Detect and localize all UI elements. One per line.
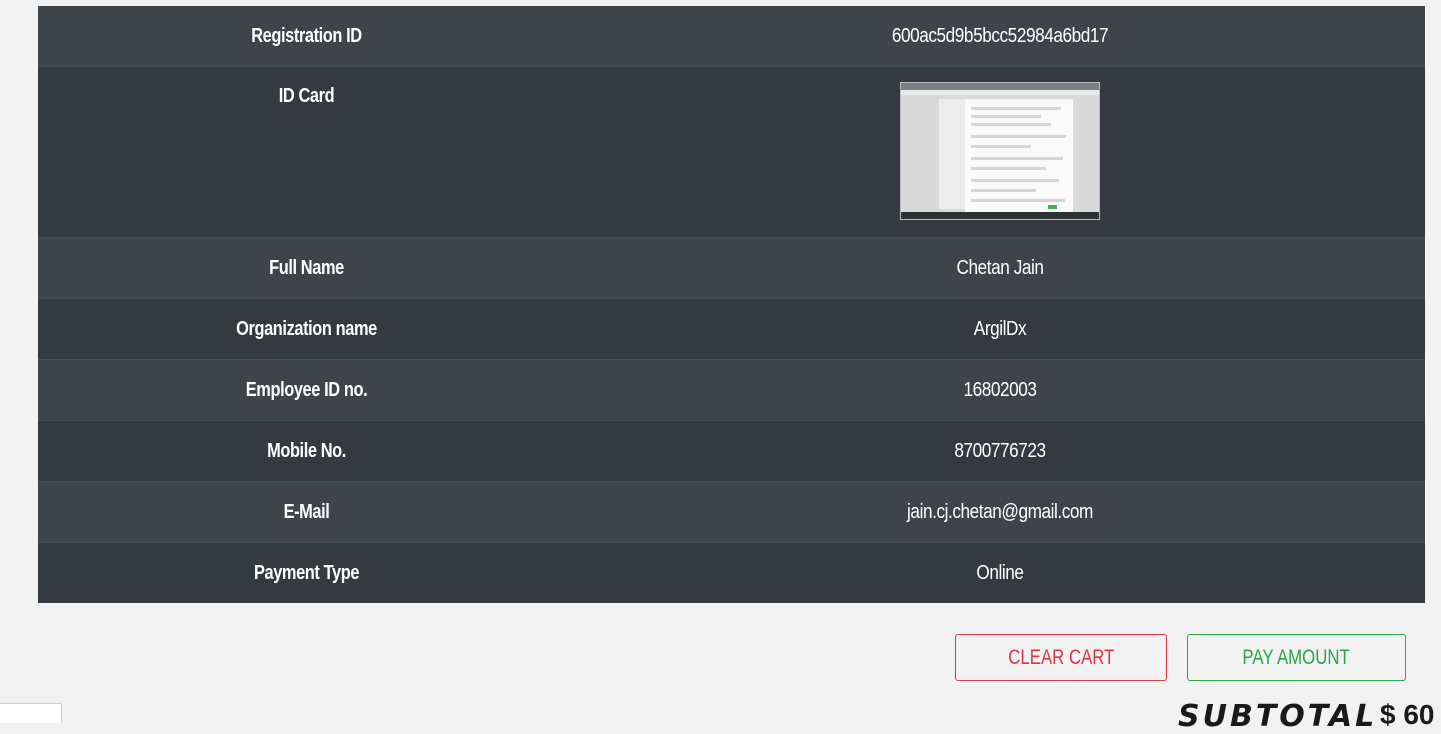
- table-row-mobile: Mobile No. 8700776723: [38, 421, 1425, 482]
- row-label: Employee ID no.: [245, 378, 368, 401]
- id-card-image[interactable]: [900, 82, 1100, 220]
- pay-amount-button[interactable]: PAY AMOUNT: [1187, 634, 1406, 681]
- table-row-email: E-Mail jain.cj.chetan@gmail.com: [38, 482, 1425, 543]
- clear-cart-button[interactable]: CLEAR CART: [955, 634, 1167, 681]
- registration-details-table: Registration ID 600ac5d9b5bcc52984a6bd17…: [38, 6, 1425, 603]
- row-value: jain.cj.chetan@gmail.com: [907, 500, 1093, 523]
- table-row-full-name: Full Name Chetan Jain: [38, 238, 1425, 299]
- table-row-payment-type: Payment Type Online: [38, 543, 1425, 603]
- table-row-employee-id: Employee ID no. 16802003: [38, 360, 1425, 421]
- row-value: Chetan Jain: [956, 256, 1044, 279]
- row-label: ID Card: [278, 85, 335, 107]
- bottom-left-box: [0, 703, 62, 723]
- row-label: Registration ID: [251, 24, 362, 47]
- row-value: 8700776723: [954, 439, 1046, 462]
- table-row-id-card: ID Card: [38, 67, 1425, 238]
- table-row-registration-id: Registration ID 600ac5d9b5bcc52984a6bd17: [38, 6, 1425, 67]
- row-value: 600ac5d9b5bcc52984a6bd17: [891, 24, 1109, 47]
- subtotal-label: SUBTOTAL: [1178, 699, 1378, 734]
- subtotal-amount: $ 60: [1380, 699, 1435, 730]
- row-value: 16802003: [963, 378, 1037, 401]
- row-label: Mobile No.: [267, 439, 346, 462]
- row-value: ArgilDx: [973, 317, 1027, 340]
- row-label: E-Mail: [283, 500, 330, 523]
- clear-cart-label: CLEAR CART: [1007, 645, 1115, 669]
- table-row-organization: Organization name ArgilDx: [38, 299, 1425, 360]
- row-label: Full Name: [269, 256, 344, 279]
- id-card-cell: [575, 67, 1425, 237]
- pay-amount-label: PAY AMOUNT: [1242, 645, 1351, 669]
- row-value: Online: [976, 561, 1024, 584]
- row-label: Organization name: [236, 317, 377, 340]
- row-label: Payment Type: [253, 561, 360, 584]
